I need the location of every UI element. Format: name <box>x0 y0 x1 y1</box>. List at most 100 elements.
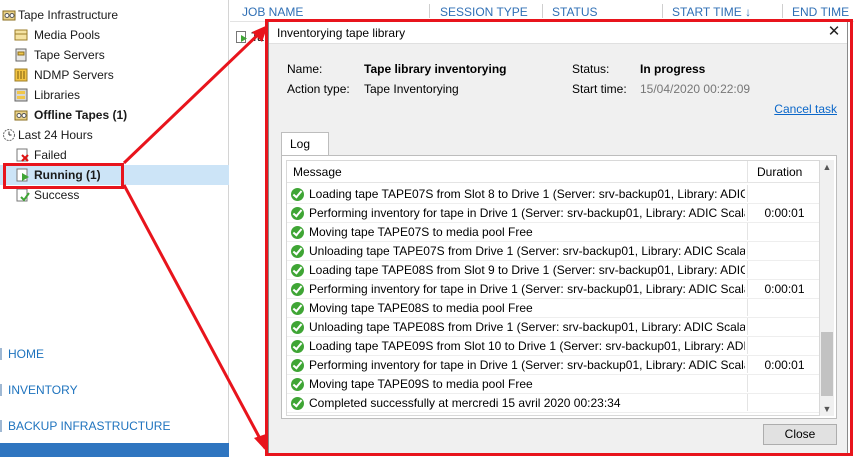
log-message: Loading tape TAPE09S from Slot 10 to Dri… <box>309 339 745 353</box>
nav-tape-infrastructure-button[interactable] <box>0 443 229 457</box>
column-header-job-name[interactable]: JOB NAME <box>242 5 303 19</box>
nav-backup-infrastructure-button[interactable]: BACKUP INFRASTRUCTURE <box>0 414 229 438</box>
column-header-message[interactable]: Message <box>293 165 342 179</box>
column-header-end-time[interactable]: END TIME <box>792 5 849 19</box>
column-header-status[interactable]: STATUS <box>552 5 598 19</box>
tree-item-last-24-hours[interactable]: Last 24 Hours <box>0 125 229 145</box>
log-duration: 0:00:01 <box>747 204 819 221</box>
log-duration <box>747 185 819 202</box>
tree-item-label: Tape Infrastructure <box>18 8 119 22</box>
scroll-down-arrow-icon[interactable]: ▼ <box>820 402 834 416</box>
column-separator <box>429 4 430 18</box>
success-job-icon <box>16 188 30 202</box>
tree-item-offline-tapes[interactable]: Offline Tapes (1) <box>0 105 229 125</box>
tree-item-failed[interactable]: Failed <box>0 145 229 165</box>
status-value: In progress <box>640 62 706 76</box>
column-header-session-type[interactable]: SESSION TYPE <box>440 5 528 19</box>
navigation-tree-pane: Tape Infrastructure Media Pools Tape Ser… <box>0 0 229 457</box>
log-row[interactable]: Performing inventory for tape in Drive 1… <box>287 280 819 299</box>
success-check-icon <box>291 283 304 296</box>
tree-item-label: Media Pools <box>34 28 101 42</box>
column-separator <box>542 4 543 18</box>
success-check-icon <box>291 245 304 258</box>
log-row[interactable]: Performing inventory for tape in Drive 1… <box>287 356 819 375</box>
tree-item-media-pools[interactable]: Media Pools <box>0 25 229 45</box>
success-check-icon <box>291 302 304 315</box>
cancel-task-link[interactable]: Cancel task <box>774 102 837 116</box>
log-row[interactable]: Loading tape TAPE09S from Slot 10 to Dri… <box>287 337 819 356</box>
log-duration <box>747 394 819 411</box>
nav-backup-infrastructure-label: BACKUP INFRASTRUCTURE <box>8 419 171 433</box>
column-header-start-time[interactable]: START TIME ↓ <box>672 5 751 19</box>
success-check-icon <box>291 359 304 372</box>
log-message: Moving tape TAPE09S to media pool Free <box>309 377 533 391</box>
tree-item-success[interactable]: Success <box>0 185 229 205</box>
log-row[interactable]: Moving tape TAPE07S to media pool Free <box>287 223 819 242</box>
tree-item-running[interactable]: Running (1) <box>0 165 229 185</box>
log-duration <box>747 375 819 392</box>
media-pool-icon <box>14 28 28 42</box>
tree-item-ndmp-servers[interactable]: NDMP Servers <box>0 65 229 85</box>
nav-indicator <box>0 348 2 360</box>
log-message: Moving tape TAPE08S to media pool Free <box>309 301 533 315</box>
log-message: Performing inventory for tape in Drive 1… <box>309 282 745 296</box>
close-icon[interactable]: ✕ <box>825 23 843 41</box>
column-separator <box>747 161 748 183</box>
log-duration <box>747 337 819 354</box>
tree-item-label: Tape Servers <box>34 48 105 62</box>
log-row[interactable]: Performing inventory for tape in Drive 1… <box>287 204 819 223</box>
log-row[interactable]: Loading tape TAPE08S from Slot 9 to Driv… <box>287 261 819 280</box>
log-row[interactable]: Moving tape TAPE08S to media pool Free <box>287 299 819 318</box>
tree-item-label: Failed <box>34 148 67 162</box>
tab-log[interactable]: Log <box>281 132 329 156</box>
nav-inventory-button[interactable]: INVENTORY <box>0 378 229 402</box>
name-label: Name: <box>287 62 323 76</box>
tree-item-libraries[interactable]: Libraries <box>0 85 229 105</box>
nav-home-button[interactable]: HOME <box>0 342 229 366</box>
scroll-thumb[interactable] <box>821 332 833 396</box>
column-header-duration[interactable]: Duration <box>757 165 802 179</box>
success-check-icon <box>291 321 304 334</box>
inventory-dialog: Inventorying tape library ✕ Name: Tape l… <box>268 21 848 454</box>
tree-item-label: Offline Tapes (1) <box>34 108 128 122</box>
running-job-icon <box>16 168 30 182</box>
success-check-icon <box>291 264 304 277</box>
log-scrollbar[interactable]: ▲ ▼ <box>820 160 834 416</box>
log-row[interactable]: Completed successfully at mercredi 15 av… <box>287 394 819 413</box>
offline-tape-icon <box>14 108 28 122</box>
tape-server-icon <box>14 48 28 62</box>
name-value: Tape library inventorying <box>364 62 507 76</box>
tree-item-label: Running (1) <box>34 168 101 182</box>
log-message: Unloading tape TAPE08S from Drive 1 (Ser… <box>309 320 745 334</box>
gear-clock-icon <box>2 128 16 142</box>
tree-item-tape-infrastructure[interactable]: Tape Infrastructure <box>0 5 229 25</box>
action-type-value: Tape Inventorying <box>364 82 459 96</box>
log-row[interactable]: Loading tape TAPE07S from Slot 8 to Driv… <box>287 185 819 204</box>
close-button[interactable]: Close <box>763 424 837 445</box>
log-row[interactable]: Unloading tape TAPE07S from Drive 1 (Ser… <box>287 242 819 261</box>
tree-item-label: NDMP Servers <box>34 68 114 82</box>
log-message: Loading tape TAPE08S from Slot 9 to Driv… <box>309 263 745 277</box>
scroll-up-arrow-icon[interactable]: ▲ <box>820 160 834 174</box>
log-panel: Message Duration Loading tape TAPE07S fr… <box>281 155 837 419</box>
tree-item-label: Success <box>34 188 80 202</box>
log-grid-header: Message Duration <box>287 161 819 183</box>
action-type-label: Action type: <box>287 82 350 96</box>
nav-indicator <box>0 420 2 432</box>
tree-item-tape-servers[interactable]: Tape Servers <box>0 45 229 65</box>
log-row[interactable]: Moving tape TAPE09S to media pool Free <box>287 375 819 394</box>
column-separator <box>662 4 663 18</box>
success-check-icon <box>291 378 304 391</box>
tape-infrastructure-icon <box>2 8 16 22</box>
log-duration <box>747 318 819 335</box>
log-duration: 0:00:01 <box>747 356 819 373</box>
success-check-icon <box>291 188 304 201</box>
running-job-icon <box>236 30 248 43</box>
success-check-icon <box>291 207 304 220</box>
job-row-name: Ta <box>251 30 264 44</box>
dialog-titlebar[interactable]: Inventorying tape library ✕ <box>269 22 847 44</box>
log-grid: Message Duration Loading tape TAPE07S fr… <box>286 160 820 416</box>
job-row[interactable]: Ta <box>236 28 264 46</box>
log-row[interactable]: Unloading tape TAPE08S from Drive 1 (Ser… <box>287 318 819 337</box>
log-duration <box>747 299 819 316</box>
